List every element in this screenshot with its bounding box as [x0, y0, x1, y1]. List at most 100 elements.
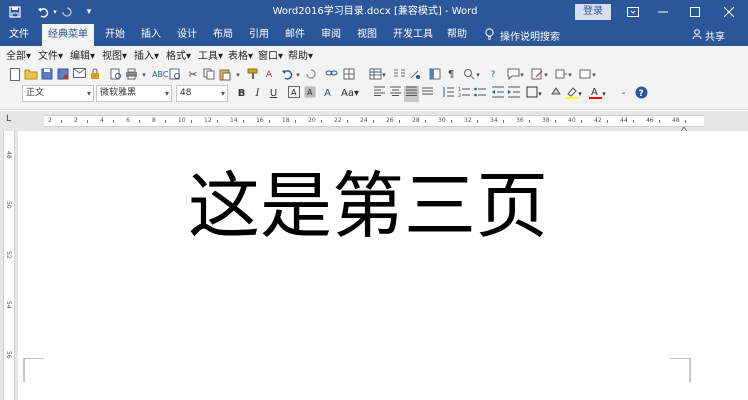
print-preview-icon[interactable] [108, 68, 122, 82]
save-icon[interactable] [40, 68, 54, 82]
drawing-icon[interactable] [408, 68, 422, 82]
menu-insert[interactable]: 插入▾ [134, 48, 159, 66]
horizontal-ruler[interactable]: 2 2 4 6 8 10 12 14 16 18 20 22 24 26 28 30 32 34 36 38 40 42 4… [44, 115, 704, 127]
research-icon[interactable] [168, 68, 182, 82]
tab-insert[interactable]: 插入 [136, 24, 166, 46]
menu-tools[interactable]: 工具▾ [198, 48, 223, 66]
permission-icon[interactable] [88, 68, 102, 82]
border-dropdown-icon[interactable]: ▾ [536, 86, 544, 102]
undo-icon[interactable] [280, 68, 294, 82]
print-dropdown-icon[interactable]: ▾ [140, 68, 148, 82]
decrease-indent-icon[interactable] [490, 86, 505, 102]
signin-button[interactable]: 登录 [575, 4, 611, 20]
increase-indent-icon[interactable] [506, 86, 521, 102]
menu-window[interactable]: 窗口▾ [258, 48, 283, 66]
minus-icon[interactable]: - [616, 86, 631, 102]
tab-references[interactable]: 引用 [244, 24, 274, 46]
track-dropdown-icon[interactable]: ▾ [542, 68, 550, 82]
align-center-icon[interactable] [388, 86, 403, 102]
justify-icon[interactable] [404, 86, 419, 102]
show-hide-icon[interactable]: ¶ [444, 68, 458, 82]
print-icon[interactable] [124, 68, 138, 82]
numbering-icon[interactable]: 12 [456, 86, 471, 102]
tab-selector-icon[interactable]: L [6, 114, 16, 126]
tab-mailings[interactable]: 邮件 [280, 24, 310, 46]
tab-review[interactable]: 审阅 [316, 24, 346, 46]
tab-help[interactable]: 帮助 [442, 24, 472, 46]
character-border-icon[interactable]: A [286, 86, 301, 102]
document-page[interactable]: 这是第三页 [18, 131, 748, 400]
distributed-icon[interactable] [420, 86, 435, 102]
menu-all[interactable]: 全部▾ [6, 48, 31, 66]
menu-view[interactable]: 视图▾ [102, 48, 127, 66]
minimize-icon[interactable] [648, 0, 678, 24]
menu-format[interactable]: 格式▾ [166, 48, 191, 66]
line-spacing-icon[interactable] [440, 86, 455, 102]
tab-file[interactable]: 文件 [4, 24, 34, 46]
markup-dropdown-icon[interactable]: ▾ [566, 68, 574, 82]
menu-help[interactable]: 帮助▾ [288, 48, 313, 66]
menu-file[interactable]: 文件▾ [38, 48, 63, 66]
help-icon[interactable]: ? [486, 68, 500, 82]
font-select[interactable]: 微软雅黑 ▾ [96, 85, 172, 102]
menu-edit[interactable]: 编辑▾ [70, 48, 95, 66]
new-document-icon[interactable] [8, 68, 22, 82]
text-shading-icon[interactable] [548, 86, 563, 102]
menu-table[interactable]: 表格▾ [228, 48, 253, 66]
italic-button[interactable]: I [250, 86, 265, 102]
tab-developer[interactable]: 开发工具 [390, 24, 436, 46]
redo-icon[interactable] [304, 68, 318, 82]
change-case-icon[interactable]: Aa▾ [340, 86, 360, 102]
redo-icon[interactable] [58, 0, 76, 24]
ruler-tick [399, 120, 400, 123]
next-change-dropdown-icon[interactable]: ▾ [590, 68, 598, 82]
bold-button[interactable]: B [234, 86, 249, 102]
align-left-icon[interactable] [372, 86, 387, 102]
bullets-icon[interactable] [472, 86, 487, 102]
save-icon[interactable] [6, 0, 24, 24]
text-effects-icon[interactable]: A [320, 86, 335, 102]
ribbon-tabs: 文件 经典菜单 开始 插入 设计 布局 引用 邮件 审阅 视图 开发工具 帮助 … [0, 24, 748, 46]
undo-dropdown-icon[interactable]: ▾ [294, 68, 302, 82]
paste-icon[interactable] [218, 68, 232, 82]
cut-icon[interactable]: ✂ [186, 68, 200, 82]
save-as-icon[interactable] [56, 68, 70, 82]
email-icon[interactable] [72, 68, 86, 82]
clear-format-icon[interactable]: A [262, 68, 276, 82]
tables-borders-icon[interactable] [342, 68, 356, 82]
table-dropdown-icon[interactable]: ▾ [380, 68, 388, 82]
spelling-check-icon[interactable]: ABC [152, 68, 168, 82]
tell-me-search[interactable]: 操作说明搜索 [485, 24, 560, 46]
columns-icon[interactable] [392, 68, 406, 82]
copy-icon[interactable] [202, 68, 216, 82]
help-icon[interactable]: ? [634, 86, 649, 102]
comment-dropdown-icon[interactable]: ▾ [518, 68, 526, 82]
ruler-number: 44 [620, 117, 628, 124]
font-color-dropdown-icon[interactable]: ▾ [600, 86, 608, 102]
paste-dropdown-icon[interactable]: ▾ [234, 68, 242, 82]
share-button[interactable]: 共享 [692, 24, 725, 46]
maximize-icon[interactable] [680, 0, 710, 24]
format-painter-icon[interactable] [246, 68, 260, 82]
font-size-select[interactable]: 48 ▾ [176, 85, 228, 102]
customize-qat-icon[interactable]: ▾ [82, 0, 96, 24]
open-folder-icon[interactable] [24, 68, 38, 82]
chevron-down-icon: ▾ [164, 89, 169, 98]
hyperlink-icon[interactable] [324, 68, 338, 82]
tab-classic-menu[interactable]: 经典菜单 [42, 24, 94, 46]
tab-view[interactable]: 视图 [352, 24, 382, 46]
character-shading-icon[interactable]: A [302, 86, 317, 102]
style-select[interactable]: 正文 ▾ [22, 85, 94, 102]
underline-button[interactable]: U [266, 86, 281, 102]
tab-design[interactable]: 设计 [172, 24, 202, 46]
ruler-tick [269, 120, 270, 123]
document-heading[interactable]: 这是第三页 [18, 161, 718, 251]
close-icon[interactable] [714, 0, 744, 24]
tab-home[interactable]: 开始 [100, 24, 130, 46]
document-map-icon[interactable] [428, 68, 442, 82]
vertical-ruler[interactable]: 48 50 52 54 56 [3, 131, 15, 400]
highlight-dropdown-icon[interactable]: ▾ [576, 86, 584, 102]
ribbon-display-options-icon[interactable] [618, 0, 648, 24]
tab-layout[interactable]: 布局 [208, 24, 238, 46]
zoom-dropdown-icon[interactable]: ▾ [474, 68, 482, 82]
